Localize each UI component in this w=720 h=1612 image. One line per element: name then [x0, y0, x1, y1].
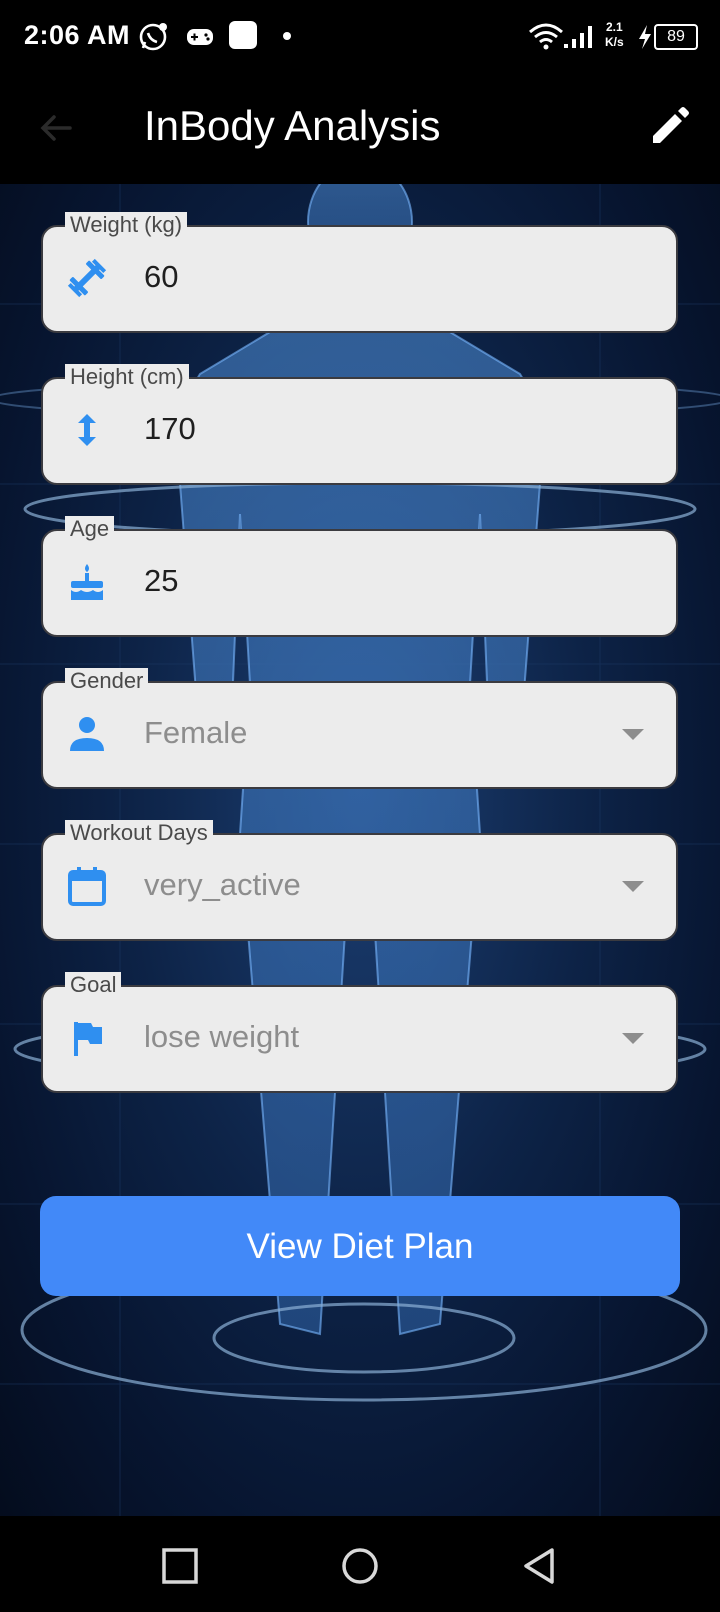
weight-field[interactable]: Weight (kg) 60 [41, 212, 678, 333]
signal-icon [564, 26, 592, 48]
height-field-box[interactable] [41, 377, 678, 485]
age-label: Age [65, 516, 115, 541]
weight-value[interactable]: 60 [144, 259, 178, 295]
recents-square-icon[interactable] [160, 1546, 200, 1586]
app-bar: InBody Analysis [0, 74, 720, 184]
chevron-down-icon[interactable] [622, 881, 644, 892]
status-bar: 2:06 AM 2.1 K/s 89 [0, 0, 720, 74]
net-speed-unit: K/s [605, 35, 624, 49]
back-triangle-icon[interactable] [520, 1546, 560, 1586]
chevron-down-icon[interactable] [622, 729, 644, 740]
whatsapp-icon [139, 23, 167, 51]
height-value[interactable]: 170 [144, 411, 196, 447]
dumbbell-icon [67, 258, 107, 298]
calendar-icon [68, 867, 106, 906]
gender-value[interactable]: Female [144, 715, 247, 751]
workout-days-label: Workout Days [65, 820, 213, 845]
age-field[interactable]: Age 25 [41, 516, 678, 637]
battery-indicator: 89 [654, 24, 698, 50]
wifi-icon [529, 23, 563, 50]
workout-days-value[interactable]: very_active [144, 867, 301, 903]
charging-icon [639, 25, 651, 49]
gender-field-box[interactable] [41, 681, 678, 789]
gender-label: Gender [65, 668, 149, 693]
app-notification-icon [229, 21, 257, 49]
goal-label: Goal [65, 972, 122, 997]
goal-value[interactable]: lose weight [144, 1019, 299, 1055]
more-notifications-dot-icon [283, 32, 291, 40]
vertical-arrows-icon [78, 414, 96, 446]
weight-field-box[interactable] [41, 225, 678, 333]
flag-icon [74, 1022, 102, 1056]
workout-days-dropdown[interactable]: Workout Days very_active [41, 820, 678, 941]
weight-label: Weight (kg) [65, 212, 188, 237]
goal-field-box[interactable] [41, 985, 678, 1093]
goal-dropdown[interactable]: Goal lose weight [41, 972, 678, 1093]
chevron-down-icon[interactable] [622, 1033, 644, 1044]
person-icon [70, 717, 104, 751]
net-speed-value: 2.1 [606, 20, 623, 34]
system-nav-bar [0, 1516, 720, 1612]
network-speed: 2.1 K/s [605, 20, 624, 50]
gender-dropdown[interactable]: Gender Female [41, 668, 678, 789]
back-arrow-icon[interactable] [36, 108, 76, 148]
status-time: 2:06 AM [24, 20, 131, 50]
home-circle-icon[interactable] [340, 1546, 380, 1586]
view-diet-plan-button[interactable]: View Diet Plan [40, 1196, 680, 1296]
cake-icon [71, 564, 103, 600]
gamepad-icon [187, 29, 213, 45]
height-field[interactable]: Height (cm) 170 [41, 364, 678, 485]
battery-level: 89 [667, 28, 685, 45]
edit-pencil-icon[interactable] [648, 106, 690, 148]
workout-field-box[interactable] [41, 833, 678, 941]
age-value[interactable]: 25 [144, 563, 178, 599]
page-title: InBody Analysis [144, 102, 441, 149]
age-field-box[interactable] [41, 529, 678, 637]
height-label: Height (cm) [65, 364, 189, 389]
